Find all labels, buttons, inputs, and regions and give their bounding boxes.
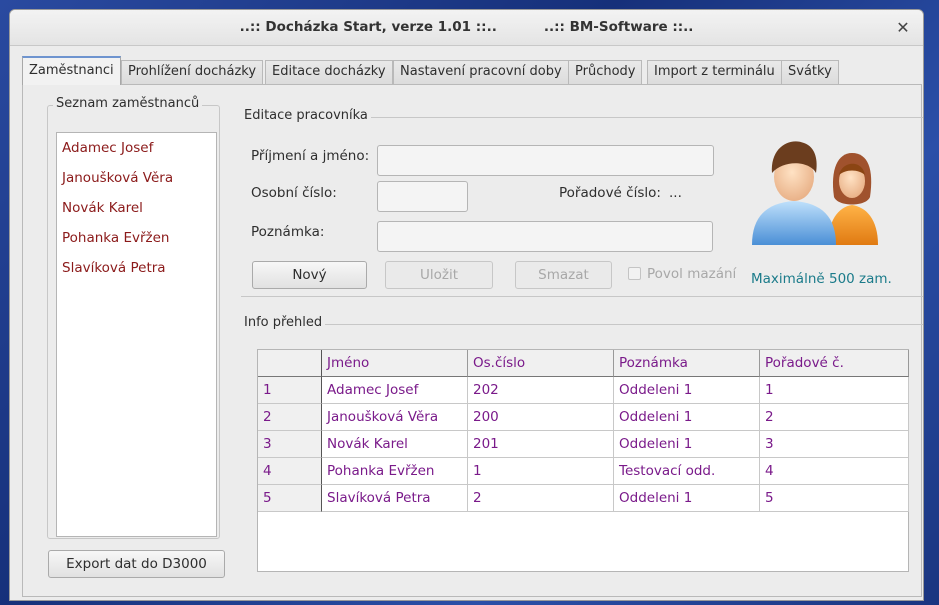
cell-order-number[interactable]: 4: [760, 458, 909, 485]
tab-import-z-terminalu[interactable]: Import z terminálu: [647, 60, 782, 84]
tab-svatky[interactable]: Svátky: [781, 60, 839, 84]
row-header[interactable]: 3: [258, 431, 322, 458]
column-header-note[interactable]: Poznámka: [614, 350, 760, 377]
note-input[interactable]: [377, 221, 713, 252]
cell-order-number[interactable]: 5: [760, 485, 909, 512]
cell-order-number[interactable]: 3: [760, 431, 909, 458]
table-row[interactable]: 3 Novák Karel 201 Oddeleni 1 3: [258, 431, 909, 458]
info-overview-title: Info přehled: [241, 315, 326, 330]
cell-note[interactable]: Testovací odd.: [614, 458, 760, 485]
tab-pruchody[interactable]: Průchody: [568, 60, 643, 84]
allow-delete-label: Povol mazání: [647, 266, 737, 282]
list-item[interactable]: Slavíková Petra: [57, 253, 216, 283]
row-header[interactable]: 2: [258, 404, 322, 431]
cell-name[interactable]: Adamec Josef: [322, 377, 468, 404]
tab-zamestnanci[interactable]: Zaměstnanci: [22, 56, 121, 85]
close-icon[interactable]: ✕: [893, 18, 913, 38]
cell-personal-number[interactable]: 2: [468, 485, 614, 512]
cell-name[interactable]: Novák Karel: [322, 431, 468, 458]
table-row[interactable]: 1 Adamec Josef 202 Oddeleni 1 1: [258, 377, 909, 404]
cell-name[interactable]: Janoušková Věra: [322, 404, 468, 431]
cell-order-number[interactable]: 1: [760, 377, 909, 404]
order-number-value: ...: [669, 185, 682, 201]
cell-note[interactable]: Oddeleni 1: [614, 377, 760, 404]
cell-note[interactable]: Oddeleni 1: [614, 431, 760, 458]
cell-note[interactable]: Oddeleni 1: [614, 404, 760, 431]
employee-list-group: Seznam zaměstnanců Adamec Josef Janouško…: [47, 96, 220, 539]
save-button[interactable]: Uložit: [385, 261, 493, 289]
app-window: ..:: Docházka Start, verze 1.01 ::.. ..:…: [9, 9, 924, 601]
max-employees-note: Maximálně 500 zam.: [751, 271, 892, 287]
row-header[interactable]: 4: [258, 458, 322, 485]
table-row[interactable]: 5 Slavíková Petra 2 Oddeleni 1 5: [258, 485, 909, 512]
name-input[interactable]: [377, 145, 714, 176]
allow-delete-checkbox[interactable]: [628, 267, 641, 280]
employee-list-title: Seznam zaměstnanců: [53, 96, 203, 111]
name-label: Příjmení a jméno:: [251, 148, 370, 164]
list-item[interactable]: Pohanka Evřžen: [57, 223, 216, 253]
cell-personal-number[interactable]: 200: [468, 404, 614, 431]
grid-corner-cell: [258, 350, 322, 377]
employee-grid[interactable]: Jméno Os.číslo Poznámka Pořadové č. 1 Ad…: [257, 349, 909, 572]
tab-panel-zamestnanci: Seznam zaměstnanců Adamec Josef Janouško…: [22, 84, 923, 597]
info-overview-group: Info přehled Jméno Os.číslo Poznámka Poř…: [241, 315, 923, 594]
column-header-personal-number[interactable]: Os.číslo: [468, 350, 614, 377]
tab-editace-dochazky[interactable]: Editace docházky: [265, 60, 393, 84]
list-item[interactable]: Janoušková Věra: [57, 163, 216, 193]
table-row[interactable]: 4 Pohanka Evřžen 1 Testovací odd. 4: [258, 458, 909, 485]
personal-number-input[interactable]: [377, 181, 468, 212]
cell-order-number[interactable]: 2: [760, 404, 909, 431]
tab-nastaveni-pracovni-doby[interactable]: Nastavení pracovní doby: [393, 60, 569, 84]
grid-header-row: Jméno Os.číslo Poznámka Pořadové č.: [258, 350, 909, 377]
cell-name[interactable]: Pohanka Evřžen: [322, 458, 468, 485]
list-item[interactable]: Adamec Josef: [57, 133, 216, 163]
column-header-name[interactable]: Jméno: [322, 350, 468, 377]
row-header[interactable]: 1: [258, 377, 322, 404]
cell-personal-number[interactable]: 1: [468, 458, 614, 485]
cell-personal-number[interactable]: 201: [468, 431, 614, 458]
users-icon: [750, 133, 890, 249]
export-button[interactable]: Export dat do D3000: [48, 550, 225, 578]
edit-employee-title: Editace pracovníka: [241, 108, 371, 123]
delete-button[interactable]: Smazat: [515, 261, 612, 289]
tab-prohlizeni-dochazky[interactable]: Prohlížení docházky: [121, 60, 264, 84]
employee-list[interactable]: Adamec Josef Janoušková Věra Novák Karel…: [56, 132, 217, 537]
order-number-label: Pořadové číslo:: [559, 185, 661, 201]
list-item[interactable]: Novák Karel: [57, 193, 216, 223]
table-row[interactable]: 2 Janoušková Věra 200 Oddeleni 1 2: [258, 404, 909, 431]
new-button[interactable]: Nový: [252, 261, 367, 289]
tab-bar: Zaměstnanci Prohlížení docházky Editace …: [22, 56, 912, 85]
note-label: Poznámka:: [251, 224, 325, 240]
personal-number-label: Osobní číslo:: [251, 185, 337, 201]
row-header[interactable]: 5: [258, 485, 322, 512]
window-title: ..:: Docházka Start, verze 1.01 ::.. ..:…: [239, 19, 694, 35]
cell-note[interactable]: Oddeleni 1: [614, 485, 760, 512]
cell-name[interactable]: Slavíková Petra: [322, 485, 468, 512]
cell-personal-number[interactable]: 202: [468, 377, 614, 404]
title-bar[interactable]: ..:: Docházka Start, verze 1.01 ::.. ..:…: [10, 10, 923, 46]
column-header-order-number[interactable]: Pořadové č.: [760, 350, 909, 377]
